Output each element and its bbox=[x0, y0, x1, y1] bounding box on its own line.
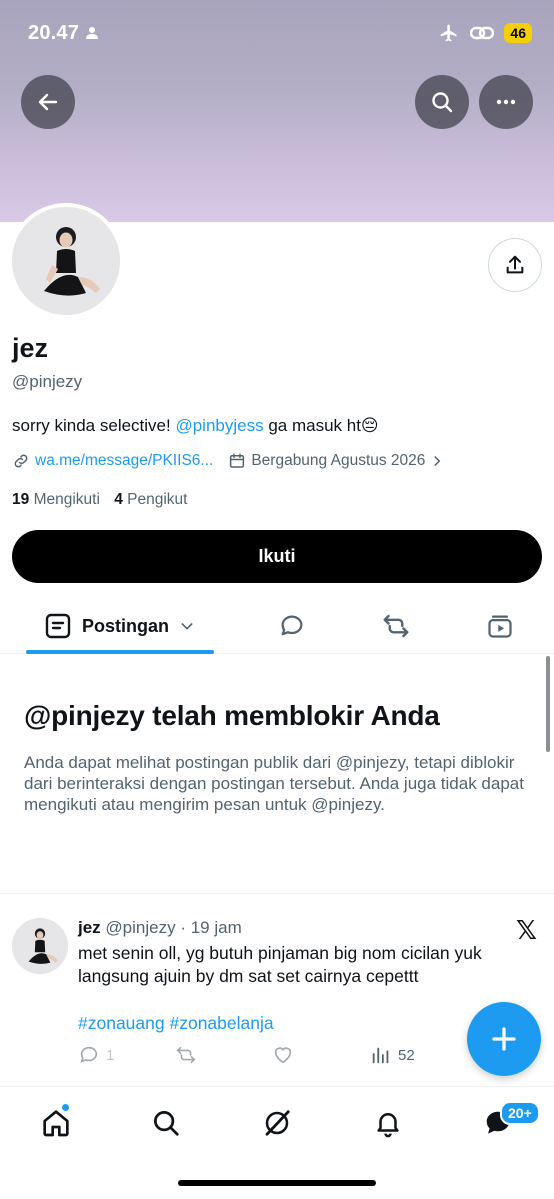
blocked-description: Anda dapat melihat postingan publik dari… bbox=[24, 753, 524, 814]
plus-icon bbox=[492, 1027, 516, 1051]
following-stat[interactable]: 19 Mengikuti bbox=[12, 491, 100, 508]
blocked-title: @pinjezy telah memblokir Anda bbox=[24, 700, 440, 731]
follow-button[interactable]: Ikuti bbox=[12, 530, 542, 583]
scrollbar[interactable] bbox=[546, 656, 550, 752]
chevron-down-icon bbox=[181, 623, 193, 630]
post-header: jez @pinjezy · 19 jam bbox=[78, 918, 242, 938]
post-author-handle: @pinjezy bbox=[105, 918, 176, 937]
grok-icon bbox=[265, 1110, 290, 1136]
profile-meta: wa.me/message/PKIIS6... Bergabung Agustu… bbox=[12, 452, 444, 470]
profile-tabs: Postingan bbox=[0, 598, 554, 654]
views-chart-icon bbox=[372, 1047, 389, 1064]
search-button[interactable] bbox=[415, 75, 469, 129]
repost-icon bbox=[176, 1046, 196, 1064]
post-author-name[interactable]: jez bbox=[78, 918, 101, 937]
person-icon bbox=[86, 27, 99, 39]
nav-grok[interactable] bbox=[259, 1105, 295, 1141]
follow-stats: 19 Mengikuti 4 Pengikut bbox=[12, 491, 187, 509]
divider bbox=[0, 893, 554, 894]
chevron-right-icon[interactable] bbox=[430, 454, 444, 468]
post-actions: 1 52 bbox=[78, 1044, 478, 1070]
tab-replies[interactable] bbox=[276, 610, 308, 642]
posts-tab-icon bbox=[45, 613, 71, 639]
home-notification-dot bbox=[61, 1103, 70, 1112]
airplane-icon bbox=[441, 24, 457, 42]
share-icon bbox=[506, 255, 524, 274]
reply-count: 1 bbox=[106, 1046, 115, 1064]
more-dots-icon bbox=[496, 99, 516, 105]
post-hashtags[interactable]: #zonauang #zonabelanja bbox=[78, 1013, 274, 1034]
heart-icon bbox=[274, 1047, 292, 1064]
profile-name: jez bbox=[12, 333, 49, 363]
nav-notifications[interactable] bbox=[370, 1105, 406, 1141]
battery-indicator: 46 bbox=[504, 23, 532, 43]
reply-bubble-icon bbox=[281, 615, 303, 636]
repost-action[interactable] bbox=[174, 1044, 198, 1066]
profile-avatar[interactable] bbox=[8, 203, 124, 319]
joined-date: Bergabung Agustus 2026 bbox=[251, 452, 426, 469]
arrow-left-icon bbox=[38, 93, 58, 111]
back-button[interactable] bbox=[21, 75, 75, 129]
tab-posts[interactable]: Postingan bbox=[26, 598, 214, 654]
status-time: 20.47 bbox=[28, 21, 80, 44]
link-status-icon bbox=[470, 26, 495, 40]
more-button[interactable] bbox=[479, 75, 533, 129]
like-action[interactable] bbox=[272, 1044, 294, 1066]
nav-explore[interactable] bbox=[148, 1105, 184, 1141]
link-icon bbox=[14, 454, 28, 468]
bio-text-suffix: ga masuk ht😔 bbox=[263, 416, 379, 435]
followers-label: Pengikut bbox=[127, 491, 188, 508]
status-bar: 20.47 46 bbox=[28, 20, 532, 46]
website-link[interactable]: wa.me/message/PKIIS6... bbox=[35, 452, 213, 470]
search-icon bbox=[154, 1111, 179, 1136]
messages-badge: 20+ bbox=[500, 1101, 540, 1125]
avatar-photo-icon bbox=[12, 207, 120, 315]
bio-mention-link[interactable]: @pinbyjess bbox=[175, 416, 263, 435]
reply-action[interactable]: 1 bbox=[78, 1044, 114, 1066]
active-tab-indicator bbox=[26, 650, 214, 654]
post-author-avatar[interactable] bbox=[12, 918, 68, 974]
tab-reposts[interactable] bbox=[380, 610, 412, 642]
home-indicator bbox=[178, 1180, 376, 1186]
post-time: · 19 jam bbox=[180, 918, 242, 937]
repost-icon bbox=[383, 614, 409, 638]
compose-post-button[interactable] bbox=[467, 1002, 541, 1076]
bio-text-prefix: sorry kinda selective! bbox=[12, 416, 176, 435]
view-count: 52 bbox=[398, 1046, 415, 1064]
reply-icon bbox=[80, 1046, 98, 1063]
following-label: Mengikuti bbox=[33, 491, 100, 508]
calendar-icon bbox=[230, 453, 245, 468]
views-action[interactable]: 52 bbox=[370, 1044, 415, 1066]
search-icon bbox=[432, 92, 453, 113]
followers-stat[interactable]: 4 Pengikut bbox=[114, 491, 187, 508]
home-icon bbox=[43, 1110, 69, 1137]
profile-bio: sorry kinda selective! @pinbyjess ga mas… bbox=[12, 416, 379, 436]
tab-media[interactable] bbox=[484, 610, 516, 642]
tab-posts-label: Postingan bbox=[82, 615, 170, 636]
bell-icon bbox=[377, 1113, 399, 1138]
followers-count: 4 bbox=[114, 491, 123, 508]
avatar-photo-icon bbox=[12, 918, 68, 974]
post-text: met senin oll, yg butuh pinjaman big nom… bbox=[78, 943, 482, 986]
share-button[interactable] bbox=[488, 238, 542, 292]
video-icon bbox=[488, 615, 512, 638]
following-count: 19 bbox=[12, 491, 30, 508]
profile-handle: @pinjezy bbox=[12, 372, 83, 391]
